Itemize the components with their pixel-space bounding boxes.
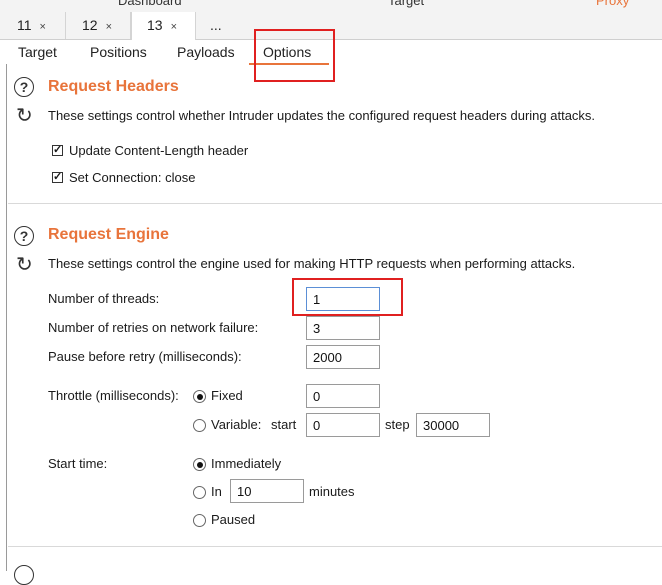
throttle-fixed-input[interactable] — [306, 384, 380, 408]
tab-dashboard[interactable]: Dashboard — [118, 0, 182, 8]
help-circle-icon[interactable]: ? — [14, 77, 34, 97]
attack-tab-13[interactable]: 13 × — [131, 12, 196, 40]
throttle-fixed-label: Fixed — [211, 388, 243, 403]
options-tab-highlight — [254, 29, 335, 82]
tab-positions[interactable]: Positions — [90, 44, 147, 60]
section-divider — [8, 203, 662, 204]
start-in-minutes-input[interactable] — [230, 479, 304, 503]
start-immediately-label: Immediately — [211, 456, 282, 471]
threads-label: Number of threads: — [48, 291, 160, 306]
close-icon[interactable]: × — [40, 21, 46, 33]
update-content-length-label: Update Content-Length header — [69, 143, 249, 158]
pause-input[interactable] — [306, 345, 380, 369]
throttle-variable-radio[interactable] — [193, 419, 206, 432]
tab-target[interactable]: Target — [18, 44, 57, 60]
throttle-fixed-radio[interactable] — [193, 390, 206, 403]
panel-left-border — [6, 64, 7, 571]
retries-input[interactable] — [306, 316, 380, 340]
attack-tab-12[interactable]: 12 × — [66, 12, 131, 39]
attack-tab-more-label: ... — [210, 17, 222, 33]
threads-highlight — [292, 278, 403, 316]
main-tab-bar: Dashboard Target Proxy — [0, 0, 662, 12]
set-connection-close-label: Set Connection: close — [69, 170, 196, 185]
attack-tab-label: 12 — [82, 17, 98, 33]
start-immediately-radio[interactable] — [193, 458, 206, 471]
variable-step-label: step — [385, 417, 410, 432]
request-engine-description: These settings control the engine used f… — [48, 256, 576, 271]
attack-tab-11[interactable]: 11 × — [8, 12, 66, 39]
throttle-variable-label: Variable: — [211, 417, 262, 432]
attack-tab-label: 13 — [147, 17, 163, 33]
section-divider — [8, 546, 662, 547]
section-title-request-headers: Request Headers — [48, 78, 179, 95]
variable-start-label: start — [271, 417, 297, 432]
update-content-length-checkbox[interactable]: ✓ — [52, 145, 63, 156]
variable-step-input[interactable] — [416, 413, 490, 437]
start-paused-radio[interactable] — [193, 514, 206, 527]
start-time-label: Start time: — [48, 456, 108, 471]
help-circle-icon[interactable] — [14, 565, 34, 585]
pause-label: Pause before retry (milliseconds): — [48, 349, 242, 364]
close-icon[interactable]: × — [171, 21, 177, 33]
start-in-radio[interactable] — [193, 486, 206, 499]
attack-tab-label: 11 — [17, 17, 32, 33]
section-title-request-engine: Request Engine — [48, 226, 169, 243]
close-icon[interactable]: × — [106, 21, 112, 33]
attack-tab-more[interactable]: ... — [196, 12, 236, 39]
help-circle-icon[interactable]: ? — [14, 226, 34, 246]
tab-payloads[interactable]: Payloads — [177, 44, 235, 60]
set-connection-close-checkbox[interactable]: ✓ — [52, 172, 63, 183]
retries-label: Number of retries on network failure: — [48, 320, 259, 335]
tab-proxy[interactable]: Proxy — [596, 0, 629, 8]
request-headers-description: These settings control whether Intruder … — [48, 108, 596, 123]
variable-start-input[interactable] — [306, 413, 380, 437]
refresh-icon[interactable]: ↻ — [16, 106, 33, 126]
start-paused-label: Paused — [211, 512, 256, 527]
refresh-icon[interactable]: ↻ — [16, 255, 33, 275]
start-in-label: In — [211, 484, 222, 499]
tab-target[interactable]: Target — [388, 0, 424, 8]
throttle-label: Throttle (milliseconds): — [48, 388, 179, 403]
minutes-label: minutes — [309, 484, 355, 499]
